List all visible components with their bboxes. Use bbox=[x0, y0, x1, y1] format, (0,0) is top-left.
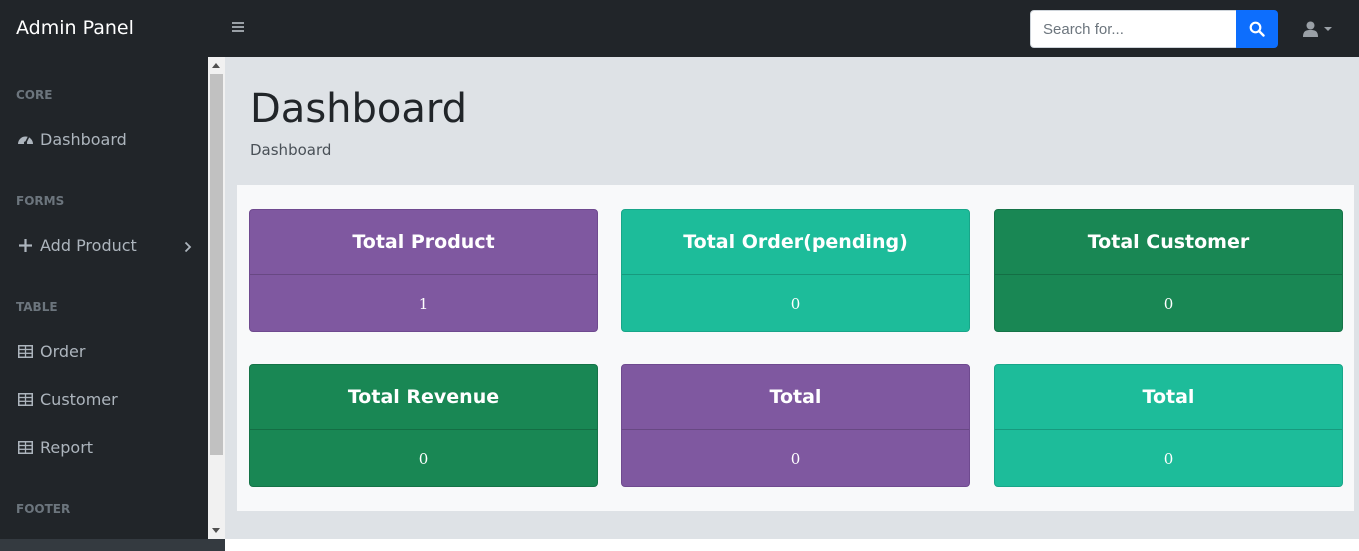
scroll-up-arrow-icon[interactable] bbox=[212, 63, 220, 68]
sidebar-heading-footer: FOOTER bbox=[16, 502, 71, 516]
top-navbar: Admin Panel bbox=[0, 0, 1359, 57]
sidebar-item-label: Customer bbox=[40, 389, 118, 409]
card-value: 0 bbox=[790, 295, 801, 313]
scroll-down-arrow-icon[interactable] bbox=[212, 528, 220, 533]
card-title: Total Revenue bbox=[250, 365, 597, 430]
search-input[interactable] bbox=[1030, 10, 1236, 48]
main-content: Dashboard Dashboard Total Product 1 Tota… bbox=[225, 57, 1359, 539]
card-title: Total Order(pending) bbox=[622, 210, 969, 275]
card-title: Total Product bbox=[250, 210, 597, 275]
scrollbar-thumb[interactable] bbox=[210, 74, 223, 455]
sidebar-item-dashboard[interactable]: Dashboard bbox=[16, 127, 196, 151]
sidebar-footer bbox=[0, 539, 225, 551]
sidebar-item-label: Order bbox=[40, 341, 86, 361]
card-value: 0 bbox=[790, 450, 801, 468]
sidebar-heading-core: CORE bbox=[16, 88, 53, 102]
sidebar-item-customer[interactable]: Customer bbox=[16, 387, 196, 411]
sidebar-scrollbar[interactable] bbox=[208, 57, 225, 539]
sidebar-heading-forms: FORMS bbox=[16, 194, 65, 208]
page-title: Dashboard bbox=[250, 86, 468, 132]
user-dropdown-button[interactable] bbox=[1303, 20, 1337, 38]
card-title: Total bbox=[995, 365, 1342, 430]
card-value: 0 bbox=[418, 450, 429, 468]
stat-card-total-revenue[interactable]: Total Revenue 0 bbox=[249, 364, 598, 487]
card-value: 0 bbox=[1163, 295, 1174, 313]
search-group bbox=[1030, 10, 1278, 48]
stats-panel: Total Product 1 Total Order(pending) 0 T… bbox=[237, 185, 1354, 511]
table-icon bbox=[16, 343, 34, 359]
table-icon bbox=[16, 439, 34, 455]
stat-card-total-product[interactable]: Total Product 1 bbox=[249, 209, 598, 332]
brand-title[interactable]: Admin Panel bbox=[16, 17, 134, 39]
table-icon bbox=[16, 391, 34, 407]
sidebar-item-label: Add Product bbox=[40, 235, 137, 255]
stat-card-total-customer[interactable]: Total Customer 0 bbox=[994, 209, 1343, 332]
chevron-right-icon bbox=[184, 238, 192, 257]
sidebar: CORE Dashboard FORMS Add Product TABLE O… bbox=[0, 57, 225, 551]
search-button[interactable] bbox=[1236, 10, 1278, 48]
breadcrumb: Dashboard bbox=[250, 141, 332, 159]
sidebar-heading-table: TABLE bbox=[16, 300, 58, 314]
sidebar-item-add-product[interactable]: Add Product bbox=[16, 233, 196, 257]
stat-card-total-order-pending[interactable]: Total Order(pending) 0 bbox=[621, 209, 970, 332]
sidebar-item-label: Dashboard bbox=[40, 129, 127, 149]
sidebar-item-order[interactable]: Order bbox=[16, 339, 196, 363]
user-icon bbox=[1303, 21, 1318, 37]
chevron-down-icon bbox=[1324, 27, 1332, 31]
card-value: 1 bbox=[418, 295, 429, 313]
hamburger-icon bbox=[232, 22, 244, 24]
stat-card-total-2[interactable]: Total 0 bbox=[994, 364, 1343, 487]
card-title: Total bbox=[622, 365, 969, 430]
sidebar-item-label: Report bbox=[40, 437, 94, 457]
sidebar-toggle-button[interactable] bbox=[232, 20, 248, 36]
search-icon bbox=[1249, 21, 1265, 37]
card-value: 0 bbox=[1163, 450, 1174, 468]
plus-icon bbox=[16, 237, 34, 253]
card-title: Total Customer bbox=[995, 210, 1342, 275]
dashboard-icon bbox=[16, 131, 34, 147]
stat-card-total[interactable]: Total 0 bbox=[621, 364, 970, 487]
sidebar-item-report[interactable]: Report bbox=[16, 435, 196, 459]
